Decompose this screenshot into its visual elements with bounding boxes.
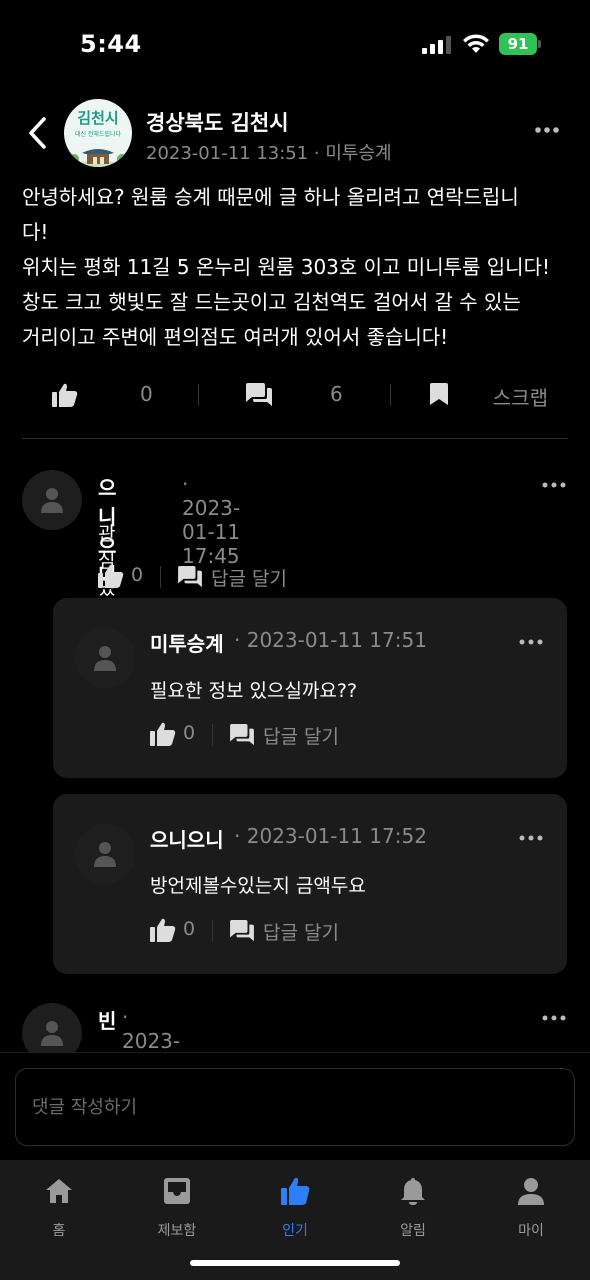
comment-like-icon[interactable] (98, 564, 124, 588)
nav-my-label: 마이 (518, 1223, 544, 1239)
bell-icon (401, 1178, 425, 1205)
person-icon (41, 488, 63, 513)
wifi-icon (463, 34, 489, 53)
reply-more-icon[interactable] (518, 834, 544, 842)
back-arrow-icon[interactable] (22, 113, 54, 153)
reply-date: · 2023-01-11 17:51 (234, 628, 427, 652)
home-icon (46, 1179, 72, 1203)
page-title: 경상북도 김천시 (146, 111, 289, 135)
comment-input-bar (0, 1052, 590, 1160)
nav-notifications-label: 알림 (400, 1223, 426, 1239)
reply-actions: 0 답글 달기 (150, 916, 370, 946)
reply-more-icon[interactable] (518, 638, 544, 646)
reply-button[interactable]: 답글 달기 (211, 564, 287, 591)
nav-home[interactable]: 홈 (19, 1176, 99, 1246)
avatar[interactable] (22, 470, 82, 530)
thumbs-up-icon (281, 1177, 310, 1205)
cellular-signal-icon (422, 36, 451, 54)
comment-actions: 0 답글 달기 (98, 562, 318, 592)
comment-icon[interactable] (246, 383, 272, 407)
comment-count: 6 (330, 382, 343, 406)
like-count: 0 (140, 382, 153, 406)
comment-more-icon[interactable] (541, 481, 567, 489)
nav-inbox[interactable]: 제보함 (137, 1176, 217, 1246)
person-icon (94, 646, 116, 671)
home-indicator[interactable] (190, 1260, 400, 1266)
reply-button[interactable]: 답글 달기 (263, 722, 339, 749)
reply-author[interactable]: 으니으니 (150, 824, 224, 853)
reply-button[interactable]: 답글 달기 (263, 918, 339, 945)
comment-input[interactable] (15, 1068, 575, 1146)
comment-author[interactable]: 빈 (98, 1005, 116, 1034)
divider (22, 438, 568, 439)
reply-item: 미투승계 · 2023-01-11 17:51 필요한 정보 있으실까요?? 0… (53, 598, 567, 778)
battery-level: 91 (499, 33, 537, 55)
more-options-icon[interactable] (534, 125, 560, 135)
reply-text: 방언제볼수있는지 금액두요 (150, 875, 366, 897)
avatar[interactable] (75, 628, 135, 688)
city-avatar-subtitle: 대신 전해드립니다 (74, 131, 122, 138)
post-meta: 2023-01-11 13:51 · 미투승계 (146, 143, 392, 164)
reply-actions: 0 답글 달기 (150, 720, 370, 750)
reply-like-count: 0 (183, 918, 196, 940)
person-icon (41, 1021, 63, 1046)
comment-like-count: 0 (131, 564, 144, 586)
reply-text: 필요한 정보 있으실까요?? (150, 680, 358, 702)
nav-popular[interactable]: 인기 (255, 1176, 335, 1246)
like-button-icon[interactable] (52, 383, 78, 407)
reply-like-icon[interactable] (150, 918, 176, 942)
post-body: 안녕하세요? 원룸 승계 때문에 글 하나 올리려고 연락드립니 다! 위치는 … (22, 185, 550, 349)
nav-popular-label: 인기 (282, 1223, 308, 1239)
reply-author[interactable]: 미투승계 (150, 628, 224, 657)
scrap-button[interactable]: 스크랩 (493, 382, 548, 411)
reply-icon[interactable] (178, 566, 202, 588)
inbox-icon (164, 1178, 190, 1204)
battery-icon: 91 (499, 33, 541, 55)
reply-icon[interactable] (230, 724, 254, 746)
reply-like-count: 0 (183, 722, 196, 744)
reply-icon[interactable] (230, 920, 254, 942)
city-avatar-title: 김천시 (77, 109, 119, 127)
city-avatar[interactable]: 김천시 대신 전해드립니다 (64, 99, 132, 167)
comment-date: · 2023-01-11 17:45 (182, 472, 241, 568)
status-bar: 5:44 91 (0, 0, 590, 88)
reply-date: · 2023-01-11 17:52 (234, 824, 427, 848)
nav-my[interactable]: 마이 (491, 1176, 571, 1246)
post-action-bar: 0 6 스크랩 (22, 372, 570, 418)
comment-more-icon[interactable] (541, 1014, 567, 1022)
nav-home-label: 홈 (52, 1223, 66, 1239)
reply-like-icon[interactable] (150, 722, 176, 746)
reply-item: 으니으니 · 2023-01-11 17:52 방언제볼수있는지 금액두요 0 … (53, 794, 567, 974)
bookmark-icon[interactable] (430, 383, 448, 405)
person-icon (518, 1178, 544, 1205)
nav-notifications[interactable]: 알림 (373, 1176, 453, 1246)
avatar[interactable] (75, 824, 135, 884)
hanok-house-icon (64, 149, 132, 167)
person-icon (94, 842, 116, 867)
post-header: 김천시 대신 전해드립니다 경상북도 김천시 2023-01-11 13:51 … (0, 95, 590, 175)
nav-inbox-label: 제보함 (157, 1223, 197, 1239)
status-time: 5:44 (80, 30, 142, 58)
